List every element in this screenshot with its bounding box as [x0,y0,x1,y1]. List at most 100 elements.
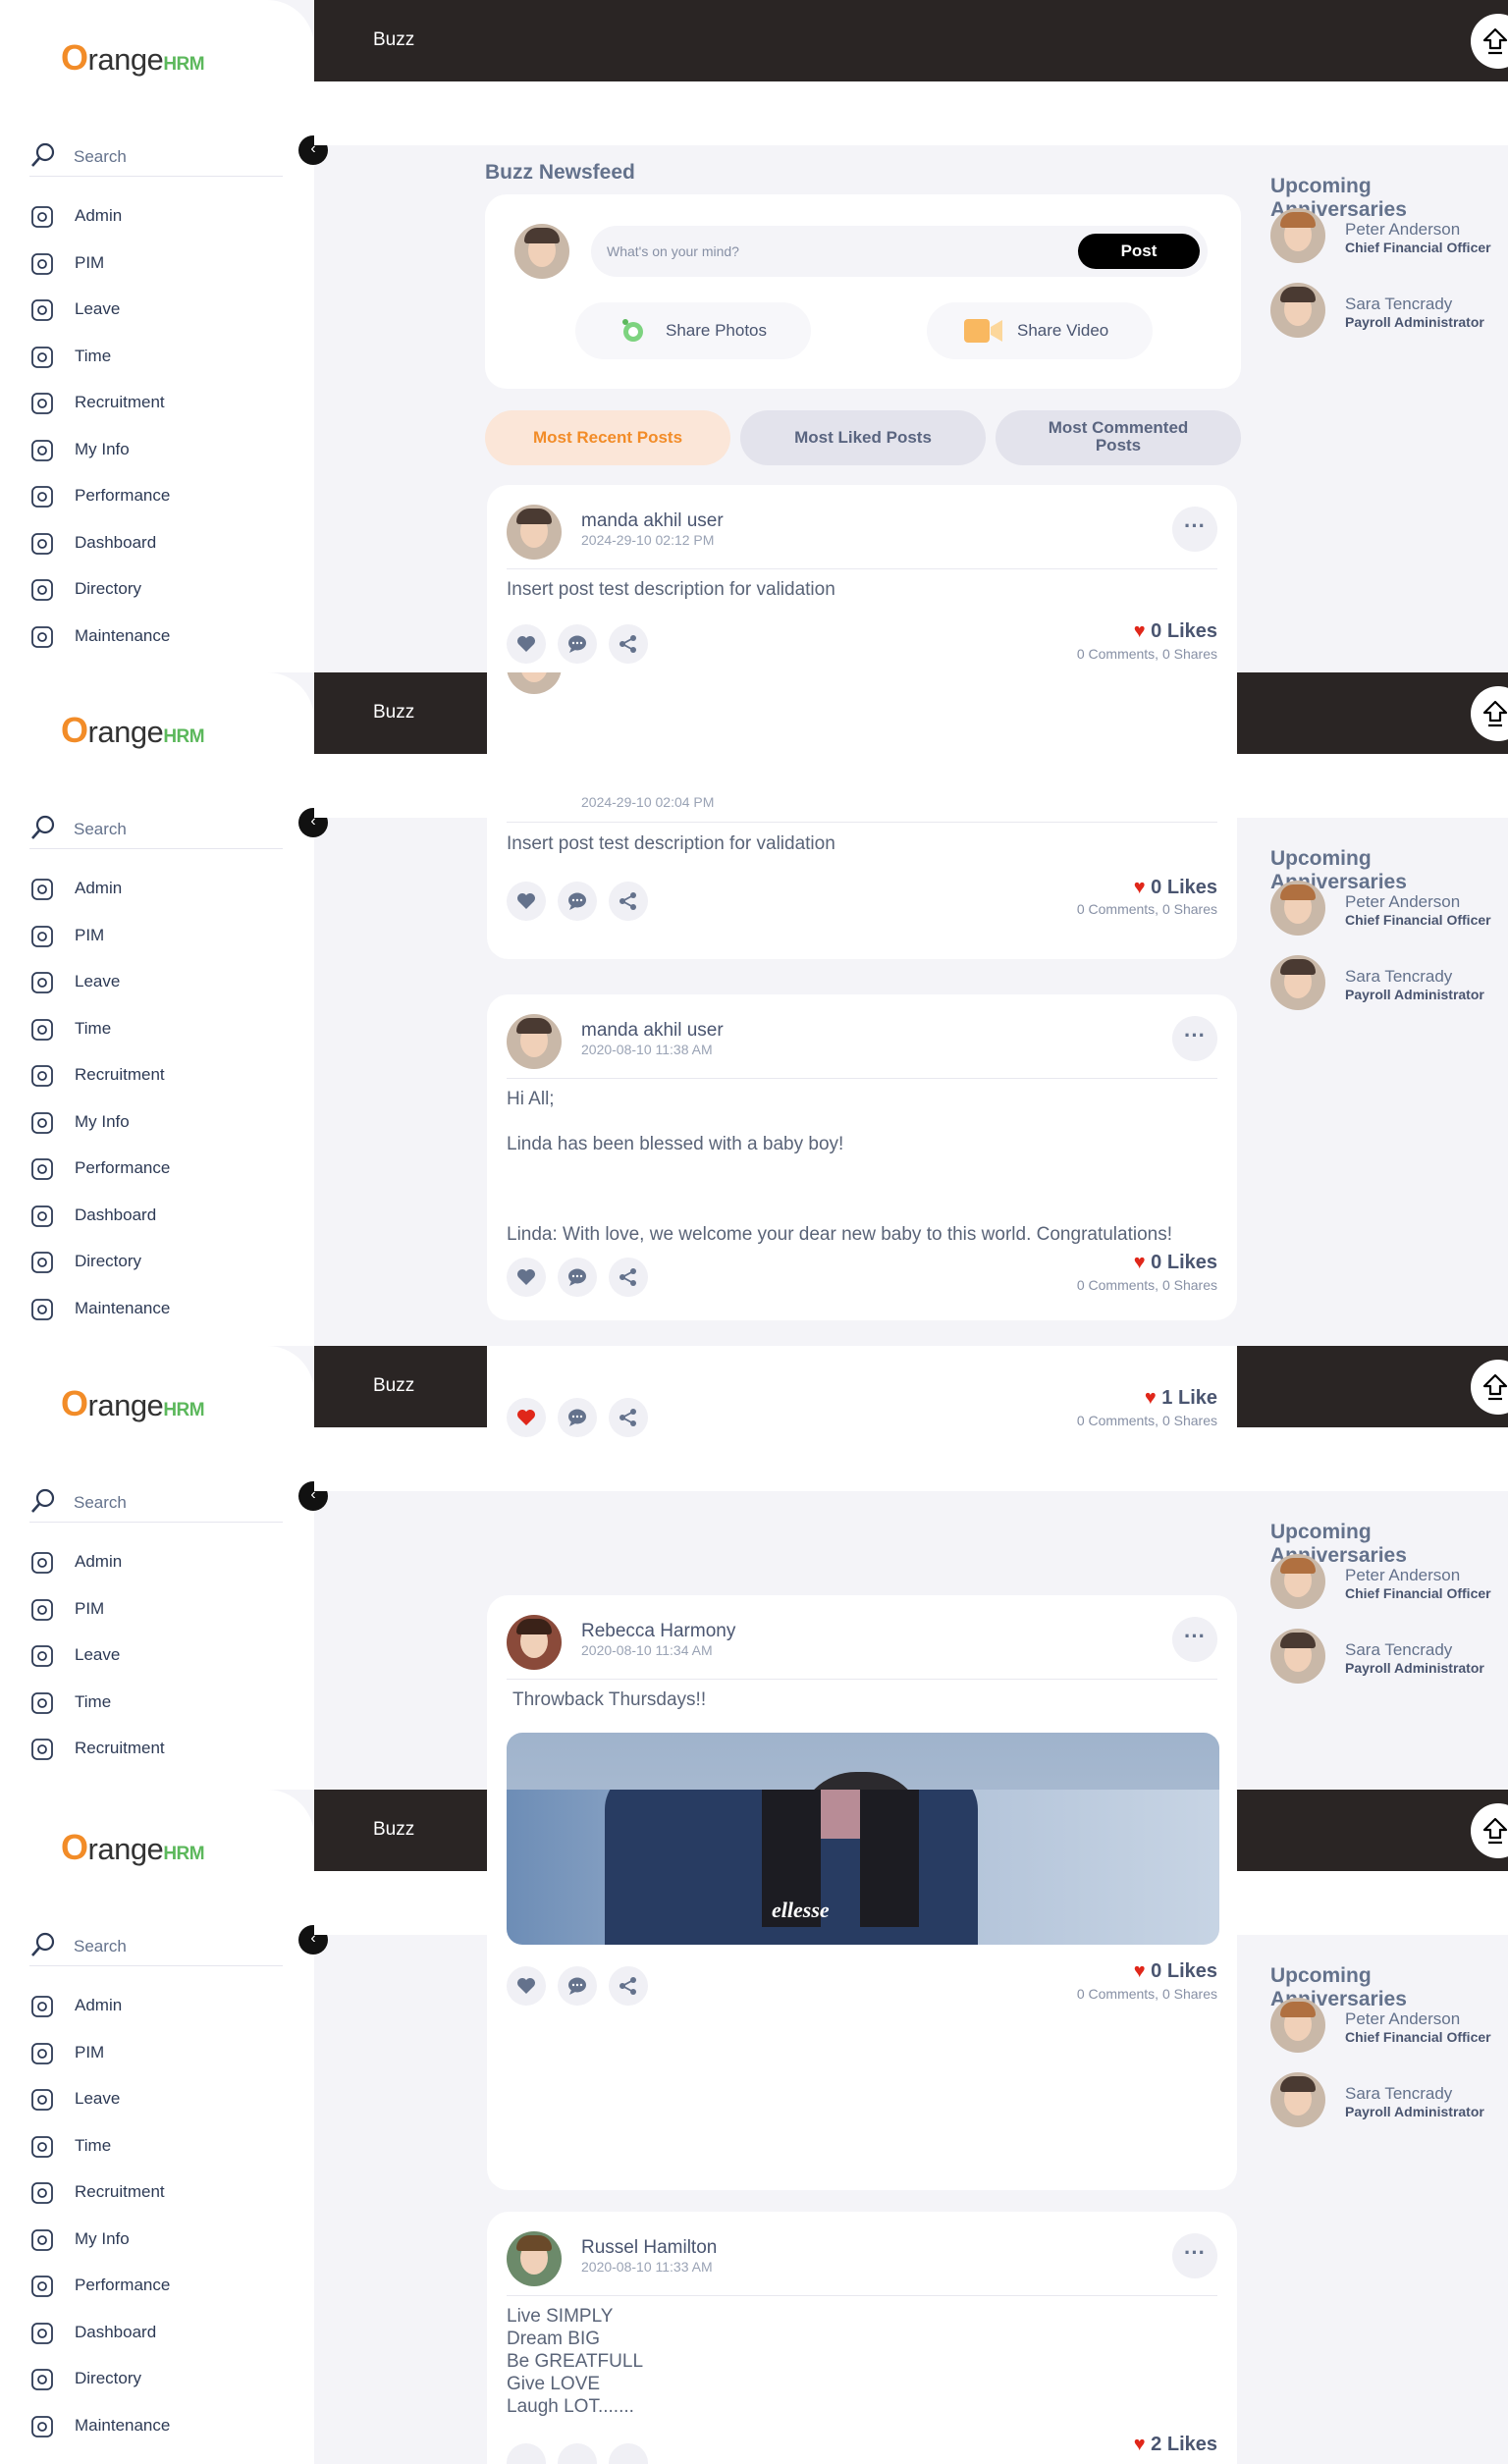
comment-button[interactable] [558,1966,597,2006]
anniversary-role: Payroll Administrator [1345,2104,1484,2119]
upload-button[interactable] [1471,1803,1508,1858]
sidebar-item-pim[interactable]: PIM [29,243,285,291]
upload-button[interactable] [1471,1360,1508,1415]
anniversary-item[interactable]: Sara Tencrady Payroll Administrator [1270,955,1506,1014]
anniversary-item[interactable]: Sara Tencrady Payroll Administrator [1270,2072,1506,2131]
comment-button[interactable] [558,2443,597,2464]
sidebar-item-admin[interactable]: Admin [29,1542,285,1589]
anniversary-item[interactable]: Peter Anderson Chief Financial Officer [1270,208,1506,267]
like-button[interactable] [507,624,546,664]
share-photos-button[interactable]: Share Photos [575,302,811,359]
share-button[interactable] [609,1258,648,1297]
post-photo[interactable] [507,1733,1219,1790]
sidebar-item-maintenance[interactable]: Maintenance [29,616,285,664]
sidebar-item-my-info[interactable]: My Info [29,430,285,477]
sidebar-item-maintenance[interactable]: Maintenance [29,1289,285,1336]
sidebar-item-leave[interactable]: Leave [29,962,285,1009]
orangehrm-logo[interactable]: OrangeHRM [61,710,205,751]
filter-most-commented[interactable]: Most Commented Posts [996,410,1241,465]
post-author[interactable]: manda akhil user [581,1020,724,1042]
orangehrm-logo[interactable]: OrangeHRM [61,37,205,79]
sidebar-item-admin[interactable]: Admin [29,196,285,243]
sidebar-item-directory[interactable]: Directory [29,569,285,616]
sidebar-item-admin[interactable]: Admin [29,1986,285,2033]
sidebar-search[interactable]: Search [29,137,283,177]
like-button[interactable] [507,882,546,921]
sidebar-item-time[interactable]: Time [29,1683,285,1730]
anniversary-item[interactable]: Sara Tencrady Payroll Administrator [1270,283,1506,342]
anniversary-item[interactable]: Peter Anderson Chief Financial Officer [1270,1998,1506,2057]
heart-icon [517,636,535,652]
sidebar-item-dashboard[interactable]: Dashboard [29,523,285,570]
like-button[interactable] [507,2443,546,2464]
share-button[interactable] [609,2443,648,2464]
sidebar-item-directory[interactable]: Directory [29,2359,285,2406]
anniversary-item[interactable]: Peter Anderson Chief Financial Officer [1270,1554,1506,1613]
more-options-icon[interactable]: ··· [1172,1016,1217,1061]
post-author[interactable]: Russel Hamilton [581,2237,717,2259]
post-author[interactable]: manda akhil user [581,510,724,532]
likes-count: ♥ 0 Likes [1133,620,1217,642]
sidebar-item-performance[interactable]: Performance [29,1149,285,1196]
sidebar-item-pim[interactable]: PIM [29,916,285,963]
post-author[interactable]: Rebecca Harmony [581,1621,735,1642]
share-button[interactable] [609,1966,648,2006]
comment-button[interactable] [558,1258,597,1297]
share-button[interactable] [609,624,648,664]
upload-button[interactable] [1471,14,1508,69]
sidebar-item-recruitment[interactable]: Recruitment [29,1729,285,1776]
sidebar-item-label: Directory [75,1252,142,1270]
sidebar-item-performance[interactable]: Performance [29,2266,285,2313]
anniversary-item[interactable]: Peter Anderson Chief Financial Officer [1270,881,1506,939]
sidebar-item-pim[interactable]: PIM [29,1589,285,1636]
share-button[interactable] [609,882,648,921]
like-button[interactable] [507,1398,546,1437]
orangehrm-logo[interactable]: OrangeHRM [61,1827,205,1868]
post-button[interactable]: Post [1078,234,1200,269]
sidebar-item-time[interactable]: Time [29,337,285,384]
sidebar-item-admin[interactable]: Admin [29,869,285,916]
sidebar-item-recruitment[interactable]: Recruitment [29,2172,285,2220]
avatar [1270,1998,1325,2053]
share-video-button[interactable]: Share Video [927,302,1153,359]
comment-button[interactable] [558,1398,597,1437]
more-options-icon[interactable]: ··· [1172,2233,1217,2278]
sidebar-item-directory[interactable]: Directory [29,1242,285,1289]
sidebar-item-leave[interactable]: Leave [29,2079,285,2126]
sidebar-item-label: Admin [75,879,123,897]
anniversary-item[interactable]: Sara Tencrady Payroll Administrator [1270,1629,1506,1687]
sidebar-item-leave[interactable]: Leave [29,290,285,337]
sidebar-item-recruitment[interactable]: Recruitment [29,383,285,430]
sidebar-item-my-info[interactable]: My Info [29,2220,285,2267]
sidebar-item-maintenance[interactable]: Maintenance [29,2406,285,2453]
like-button[interactable] [507,1966,546,2006]
comment-button[interactable] [558,624,597,664]
post-input[interactable]: What's on your mind? Post [591,226,1208,277]
comment-button[interactable] [558,882,597,921]
like-button[interactable] [507,1258,546,1297]
sidebar-item-pim[interactable]: PIM [29,2033,285,2080]
sidebar-item-performance[interactable]: Performance [29,476,285,523]
more-options-icon[interactable]: ··· [1172,1617,1217,1662]
sidebar-search[interactable]: Search [29,1483,283,1523]
sidebar-search[interactable]: Search [29,1927,283,1966]
share-button[interactable] [609,1398,648,1437]
post-photo[interactable]: ellesse [507,1790,1219,1945]
sidebar-item-label: Recruitment [75,2182,165,2201]
orangehrm-logo[interactable]: OrangeHRM [61,1383,205,1424]
sidebar-item-my-info[interactable]: My Info [29,1102,285,1150]
sidebar-item-time[interactable]: Time [29,2126,285,2173]
more-options-icon[interactable]: ··· [1172,507,1217,552]
sidebar-item-dashboard[interactable]: Dashboard [29,1196,285,1243]
filter-most-liked[interactable]: Most Liked Posts [740,410,986,465]
sidebar-item-leave[interactable]: Leave [29,1635,285,1683]
filter-most-recent[interactable]: Most Recent Posts [485,410,730,465]
anniversary-name: Peter Anderson [1345,892,1461,911]
post-card: ♥ 1 Like 0 Comments, 0 Shares [487,1346,1237,1454]
sidebar-item-dashboard[interactable]: Dashboard [29,2313,285,2360]
sidebar-item-recruitment[interactable]: Recruitment [29,1055,285,1102]
likes-count: ♥ 0 Likes [1133,1960,1217,1982]
sidebar-search[interactable]: Search [29,810,283,849]
sidebar-item-time[interactable]: Time [29,1009,285,1056]
upload-button[interactable] [1471,686,1508,741]
